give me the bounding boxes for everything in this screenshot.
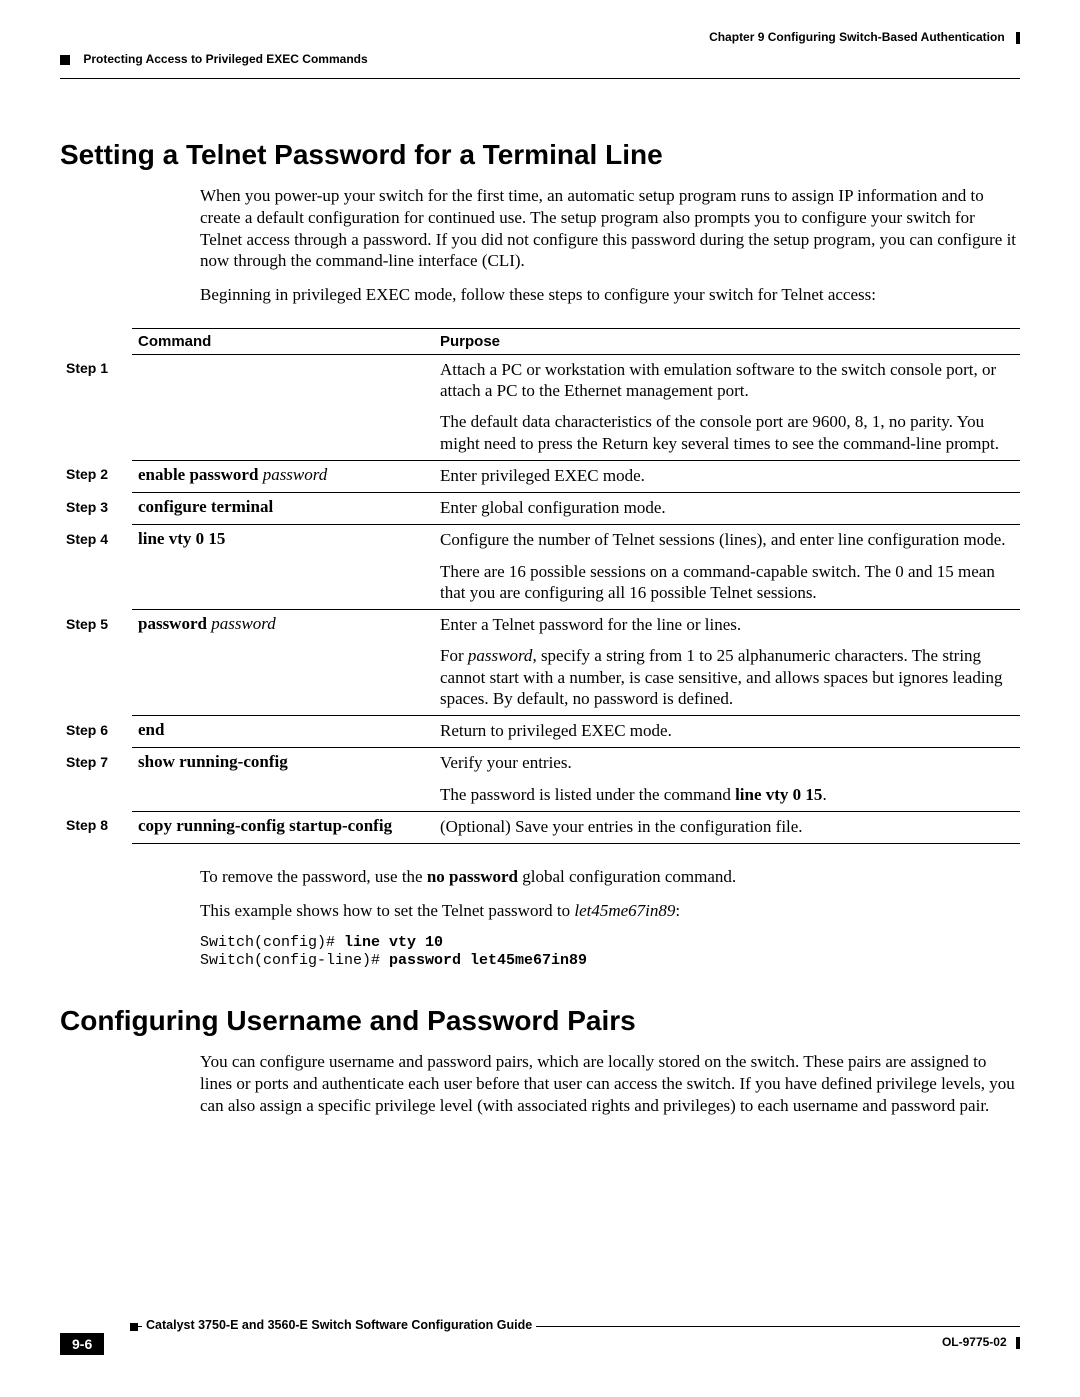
- header-rule: [60, 78, 1020, 79]
- header-square-icon: [60, 55, 70, 65]
- step-label: Step 8: [60, 811, 132, 843]
- col-header-purpose: Purpose: [434, 328, 1020, 354]
- breadcrumb: Protecting Access to Privileged EXEC Com…: [83, 52, 367, 66]
- table-row: Step 7show running-configVerify your ent…: [60, 748, 1020, 812]
- step-label: Step 2: [60, 460, 132, 492]
- intro-para-2: Beginning in privileged EXEC mode, follo…: [200, 284, 1020, 306]
- command-cell: line vty 0 15: [132, 525, 434, 610]
- step-label: Step 3: [60, 493, 132, 525]
- section-heading-username: Configuring Username and Password Pairs: [60, 1005, 1020, 1037]
- table-row: Step 3configure terminalEnter global con…: [60, 493, 1020, 525]
- page-footer: Catalyst 3750-E and 3560-E Switch Softwa…: [60, 1326, 1020, 1357]
- steps-table: Command Purpose Step 1 Attach a PC or wor…: [60, 328, 1020, 844]
- table-row: Step 6endReturn to privileged EXEC mode.: [60, 716, 1020, 748]
- page-number: 9-6: [60, 1333, 104, 1355]
- purpose-cell: Configure the number of Telnet sessions …: [434, 525, 1020, 610]
- header-left: Protecting Access to Privileged EXEC Com…: [60, 52, 368, 66]
- step-label: Step 4: [60, 525, 132, 610]
- purpose-cell: Verify your entries.The password is list…: [434, 748, 1020, 812]
- step-label: Step 1: [60, 354, 132, 460]
- username-para: You can configure username and password …: [200, 1051, 1020, 1116]
- remove-password-note: To remove the password, use the no passw…: [200, 866, 1020, 888]
- command-cell: show running-config: [132, 748, 434, 812]
- step-label: Step 6: [60, 716, 132, 748]
- step-label: Step 7: [60, 748, 132, 812]
- col-header-command: Command: [132, 328, 434, 354]
- table-row: Step 8copy running-config startup-config…: [60, 811, 1020, 843]
- step-label: Step 5: [60, 610, 132, 716]
- command-cell: enable password password: [132, 460, 434, 492]
- example-intro: This example shows how to set the Telnet…: [200, 900, 1020, 922]
- command-cell: configure terminal: [132, 493, 434, 525]
- command-cell: copy running-config startup-config: [132, 811, 434, 843]
- chapter-number: Chapter 9: [709, 30, 764, 44]
- header-right-rule-icon: [1016, 32, 1020, 44]
- table-row: Step 1 Attach a PC or workstation with em…: [60, 354, 1020, 460]
- section-heading-telnet: Setting a Telnet Password for a Terminal…: [60, 139, 1020, 171]
- command-cell: end: [132, 716, 434, 748]
- footer-right-rule-icon: [1016, 1337, 1020, 1349]
- purpose-cell: Enter global configuration mode.: [434, 493, 1020, 525]
- purpose-cell: Enter privileged EXEC mode.: [434, 460, 1020, 492]
- purpose-cell: Return to privileged EXEC mode.: [434, 716, 1020, 748]
- purpose-cell: Enter a Telnet password for the line or …: [434, 610, 1020, 716]
- header-right: Chapter 9 Configuring Switch-Based Authe…: [709, 30, 1020, 44]
- chapter-title: Configuring Switch-Based Authentication: [768, 30, 1005, 44]
- page-header: Chapter 9 Configuring Switch-Based Authe…: [60, 30, 1020, 60]
- intro-para-1: When you power-up your switch for the fi…: [200, 185, 1020, 272]
- table-row: Step 2enable password passwordEnter priv…: [60, 460, 1020, 492]
- doc-number: OL-9775-02: [942, 1335, 1020, 1349]
- purpose-cell: Attach a PC or workstation with emulatio…: [434, 354, 1020, 460]
- purpose-cell: (Optional) Save your entries in the conf…: [434, 811, 1020, 843]
- table-row: Step 5password passwordEnter a Telnet pa…: [60, 610, 1020, 716]
- command-cell: password password: [132, 610, 434, 716]
- table-row: Step 4line vty 0 15Configure the number …: [60, 525, 1020, 610]
- command-cell: [132, 354, 434, 460]
- code-example: Switch(config)# line vty 10 Switch(confi…: [200, 934, 1020, 972]
